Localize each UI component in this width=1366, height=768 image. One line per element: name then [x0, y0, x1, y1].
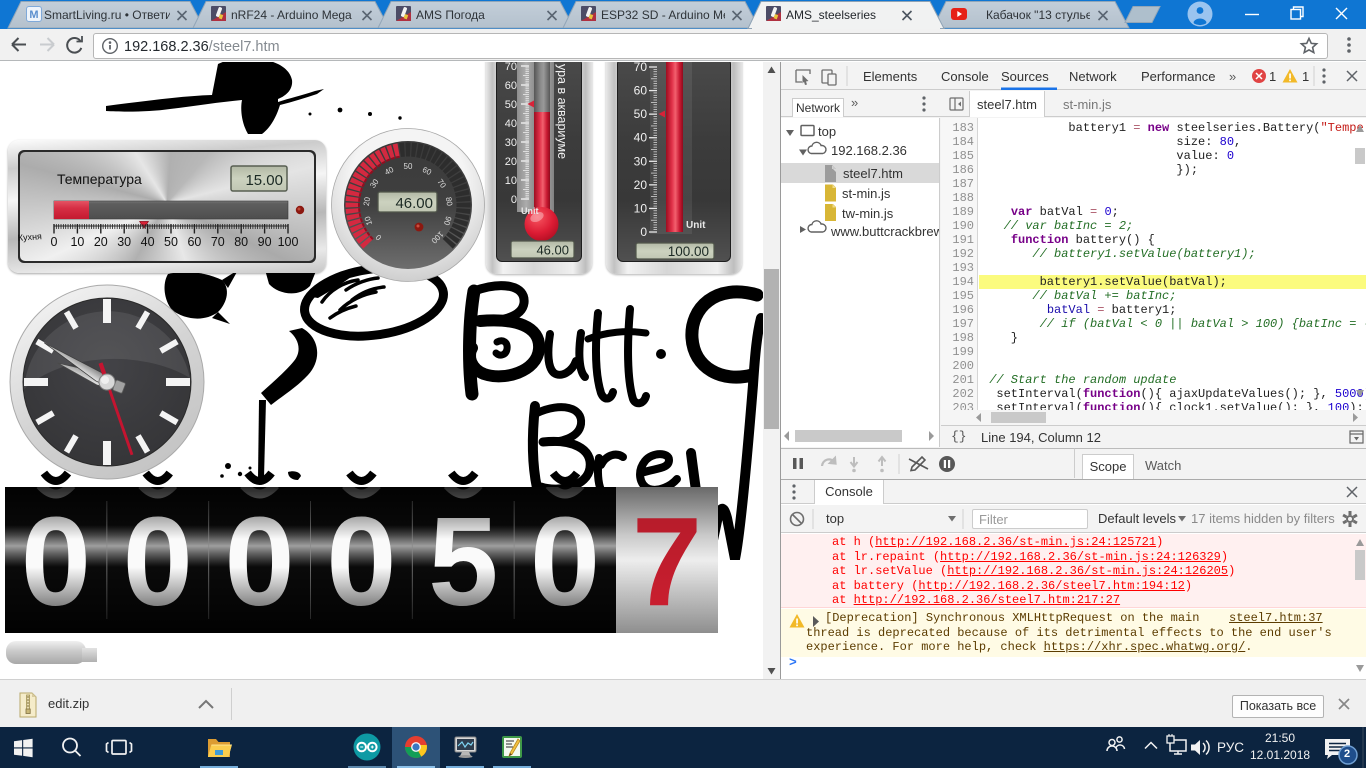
svg-text:20: 20 [634, 178, 648, 192]
svg-text:40: 40 [505, 118, 517, 130]
svg-text:60: 60 [187, 235, 201, 249]
svg-text:50: 50 [404, 162, 413, 171]
svg-text:Unit: Unit [686, 220, 706, 231]
svg-text:30: 30 [505, 137, 517, 149]
svg-text:46.00: 46.00 [536, 243, 569, 258]
svg-text:70: 70 [505, 62, 517, 73]
svg-text:Unit: Unit [521, 206, 539, 216]
svg-text:Температура: Температура [57, 171, 142, 187]
svg-text:15.00: 15.00 [245, 172, 283, 189]
svg-text:50: 50 [634, 107, 648, 121]
svg-text:100: 100 [278, 235, 299, 249]
svg-text:70: 70 [211, 235, 225, 249]
svg-text:10: 10 [505, 175, 517, 187]
svg-text:60: 60 [505, 80, 517, 92]
svg-text:Кухня: Кухня [17, 231, 42, 243]
svg-text:70: 70 [634, 62, 648, 74]
svg-text:40: 40 [634, 131, 648, 145]
svg-text:80: 80 [234, 235, 248, 249]
svg-text:10: 10 [70, 235, 84, 249]
svg-text:0: 0 [51, 235, 58, 249]
svg-text:60: 60 [634, 84, 648, 98]
svg-text:0: 0 [640, 225, 647, 239]
svg-text:50: 50 [505, 99, 517, 111]
svg-text:30: 30 [634, 154, 648, 168]
svg-text:0: 0 [511, 194, 517, 206]
svg-text:46.00: 46.00 [395, 195, 433, 212]
svg-text:M: M [29, 9, 38, 21]
svg-text:40: 40 [141, 235, 155, 249]
svg-text:50: 50 [164, 235, 178, 249]
svg-text:100.00: 100.00 [668, 244, 709, 259]
svg-text:10: 10 [634, 201, 648, 215]
svg-text:20: 20 [505, 156, 517, 168]
svg-text:90: 90 [258, 235, 272, 249]
svg-text:20: 20 [94, 235, 108, 249]
svg-text:ура в аквариуме: ура в аквариуме [555, 64, 569, 159]
svg-text:30: 30 [117, 235, 131, 249]
